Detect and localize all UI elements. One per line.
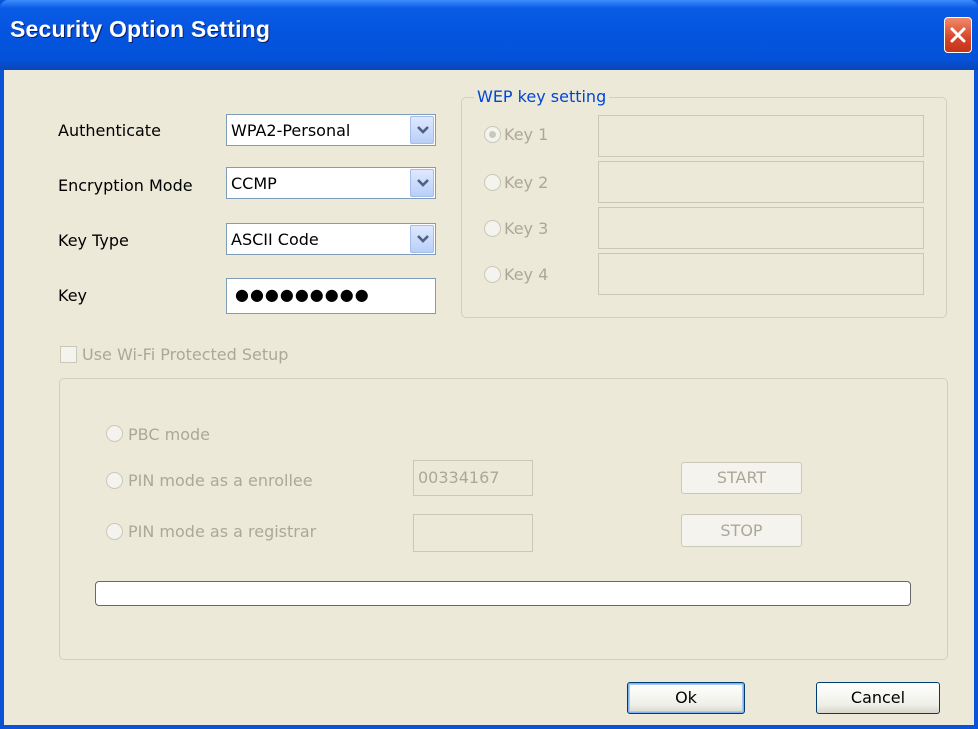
wep-key3-label: Key 3: [504, 219, 549, 238]
wep-key4-input[interactable]: [598, 253, 924, 295]
wep-key1-radio[interactable]: [484, 126, 501, 143]
key-password-field[interactable]: ●●●●●●●●●: [226, 278, 436, 314]
pin-enrollee-label: PIN mode as a enrollee: [128, 471, 313, 490]
wep-key3-input[interactable]: [598, 207, 924, 249]
key-label: Key: [58, 286, 88, 305]
authenticate-select[interactable]: WPA2-Personal: [226, 114, 436, 146]
wep-key1-input[interactable]: [598, 115, 924, 157]
wep-key4-label: Key 4: [504, 265, 549, 284]
title-bar[interactable]: Security Option Setting: [0, 0, 978, 70]
use-wps-label: Use Wi-Fi Protected Setup: [82, 345, 289, 364]
chevron-down-icon: [417, 126, 429, 134]
wep-key4-radio[interactable]: [484, 266, 501, 283]
chevron-down-icon: [417, 235, 429, 243]
pin-registrar-radio[interactable]: [106, 523, 123, 540]
key-type-label: Key Type: [58, 231, 129, 250]
encryption-mode-dropdown-button[interactable]: [410, 169, 434, 197]
chevron-down-icon: [417, 179, 429, 187]
wep-key2-radio[interactable]: [484, 174, 501, 191]
wep-key-group-caption: WEP key setting: [474, 87, 610, 106]
stop-button[interactable]: STOP: [681, 514, 802, 547]
pbc-mode-label: PBC mode: [128, 425, 210, 444]
wep-key2-input[interactable]: [598, 161, 924, 203]
pbc-mode-radio[interactable]: [106, 425, 123, 442]
use-wps-checkbox[interactable]: [60, 346, 77, 363]
pin-enrollee-radio[interactable]: [106, 472, 123, 489]
key-type-dropdown-button[interactable]: [410, 225, 434, 253]
start-button[interactable]: START: [681, 462, 802, 494]
pin-registrar-label: PIN mode as a registrar: [128, 522, 317, 541]
key-type-value: ASCII Code: [231, 230, 319, 249]
enrollee-pin-value: 00334167: [418, 468, 500, 487]
authenticate-label: Authenticate: [58, 121, 161, 140]
ok-button[interactable]: Ok: [627, 682, 745, 714]
cancel-button[interactable]: Cancel: [816, 682, 940, 714]
close-button[interactable]: [944, 17, 972, 53]
enrollee-pin-field[interactable]: 00334167: [413, 460, 533, 496]
encryption-mode-label: Encryption Mode: [58, 176, 193, 195]
radio-selected-dot: [489, 131, 496, 138]
wps-progress-bar: [95, 581, 911, 606]
encryption-mode-select[interactable]: CCMP: [226, 167, 436, 199]
wep-key3-radio[interactable]: [484, 220, 501, 237]
wep-key2-label: Key 2: [504, 173, 549, 192]
key-type-select[interactable]: ASCII Code: [226, 223, 436, 255]
dialog-body: Authenticate WPA2-Personal Encryption Mo…: [4, 70, 974, 725]
key-value: ●●●●●●●●●: [235, 285, 370, 304]
registrar-pin-field[interactable]: [413, 514, 533, 552]
authenticate-dropdown-button[interactable]: [410, 116, 434, 144]
security-option-dialog: Security Option Setting Authenticate WPA…: [0, 0, 978, 729]
wep-key1-label: Key 1: [504, 125, 549, 144]
close-icon: [950, 27, 966, 43]
window-title: Security Option Setting: [10, 16, 271, 42]
authenticate-value: WPA2-Personal: [231, 121, 351, 140]
encryption-mode-value: CCMP: [231, 174, 277, 193]
